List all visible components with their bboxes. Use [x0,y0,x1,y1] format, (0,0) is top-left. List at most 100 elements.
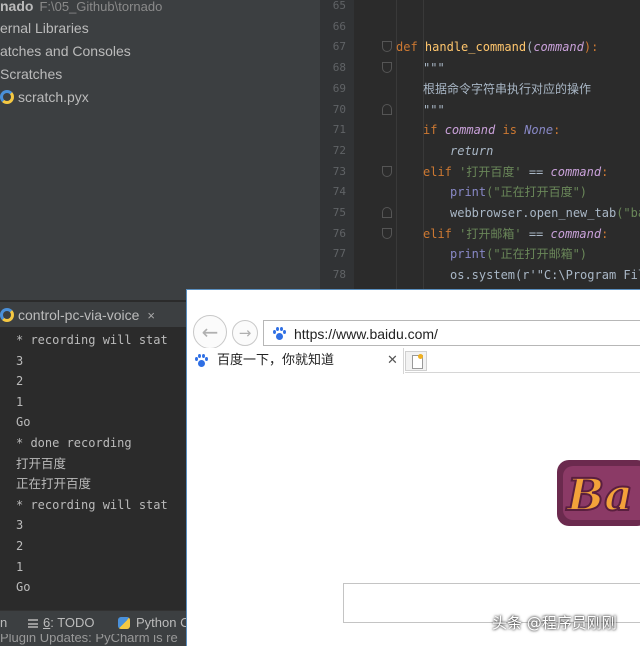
code-text: """ [423,61,445,76]
code-text: return [450,143,494,158]
baidu-paw-icon [194,354,208,368]
console-line: Go [16,580,31,595]
code-line: 67 def handle_command(command): [320,37,640,58]
line-number: 72 [332,143,346,157]
project-tree-panel: nado F:\05_Github\tornado ernal Libraries… [0,0,320,300]
code-line: 69 根据命令字符串执行对应的操作 [320,79,640,100]
project-root-path: F:\05_Github\tornado [39,0,163,14]
console-line: * done recording [16,436,132,450]
tree-row-label: scratch.pyx [18,89,89,105]
console-line: 3 [16,518,24,533]
tree-row-label: ernal Libraries [0,20,89,36]
forward-arrow-icon: → [238,324,252,342]
browser-tab-strip: 百度一下，你就知道 ✕ [187,348,640,374]
console-line: 3 [16,353,24,368]
tree-row-project-root[interactable]: nado F:\05_Github\tornado [0,0,162,18]
line-number: 71 [332,123,346,137]
code-text: webbrowser.open_new_tab("baidu [450,206,640,220]
code-text: """ [423,102,445,117]
browser-tab-active[interactable]: 百度一下，你就知道 ✕ [187,348,404,374]
tree-row-external-libraries[interactable]: ernal Libraries [0,17,89,40]
close-icon[interactable]: × [147,308,155,323]
baidu-logo: Ba [557,460,640,526]
line-number: 67 [332,40,346,54]
back-arrow-icon: ← [201,320,219,344]
line-number: 65 [332,0,346,12]
code-line: 75 webbrowser.open_new_tab("baidu [320,203,640,224]
tab-title: 百度一下，你就知道 [217,353,335,368]
console-line: * recording will stat [16,497,168,512]
line-number: 68 [332,61,346,75]
logo-text: Ba [565,470,633,521]
fold-marker-icon[interactable] [382,207,392,218]
tool-button-python-console[interactable]: Python C [118,611,189,635]
line-number: 66 [332,19,346,33]
divider [405,372,640,373]
tool-button-todo[interactable]: 6: TODO [28,611,95,635]
console-line: 1 [16,394,24,409]
code-text: print("正在打开百度") [450,185,588,200]
console-line: Go [16,415,31,430]
forward-button[interactable]: → [232,320,258,346]
tree-row-scratches[interactable]: Scratches [0,63,62,86]
todo-list-icon [28,619,38,628]
code-text: os.system(r'"C:\Program Fil [450,268,640,283]
tree-row-scratches-and-consoles[interactable]: atches and Consoles [0,40,131,63]
console-line: 打开百度 [16,455,67,471]
fold-marker-icon[interactable] [382,41,392,53]
python-run-icon [0,308,14,322]
run-tool-window-header: control-pc-via-voice × [0,302,190,328]
code-line: 71 if command is None: [320,120,640,141]
fold-marker-icon[interactable] [382,227,392,239]
console-line: 2 [16,374,24,389]
run-console[interactable]: * recording will stat 3 2 1 Go * done re… [0,328,190,606]
code-text: 根据命令字符串执行对应的操作 [423,81,592,96]
fold-marker-icon[interactable] [382,103,392,115]
watermark: 头条 @程序员刚刚 [492,614,617,632]
baidu-paw-icon [272,327,286,341]
back-button[interactable]: ← [193,315,227,349]
python-file-icon [0,90,14,104]
tree-row-label: atches and Consoles [0,43,131,59]
code-text: if command is None: [423,123,561,138]
code-text: elif '打开邮箱' == command: [423,226,609,241]
tree-row-scratch-file[interactable]: scratch.pyx [0,86,89,109]
line-number: 77 [332,247,346,261]
code-line: 66 [320,17,640,38]
code-line: 76 elif '打开邮箱' == command: [320,224,640,245]
code-text: print("正在打开邮箱") [450,247,588,262]
address-bar[interactable]: https://www.baidu.com/ [263,320,640,346]
code-text: elif '打开百度' == command: [423,164,609,179]
code-editor[interactable]: 65 66 67 def handle_command(command): 68… [320,0,640,290]
code-line: 70 """ [320,100,640,121]
code-line: 73 elif '打开百度' == command: [320,162,640,183]
line-number: 74 [332,185,346,199]
fold-marker-icon[interactable] [382,165,392,177]
tree-row-label: Scratches [0,66,63,82]
project-root-name: nado [0,0,34,14]
code-line: 77 print("正在打开邮箱") [320,244,640,265]
code-line: 74 print("正在打开百度") [320,182,640,203]
new-tab-button[interactable] [405,351,427,371]
tool-button-run[interactable]: n [0,611,7,635]
console-line: 正在打开百度 [16,476,92,492]
close-icon[interactable]: ✕ [387,348,398,374]
console-line: 2 [16,539,24,553]
run-tab[interactable]: control-pc-via-voice × [0,302,155,328]
code-line: 72 return [320,141,640,162]
console-line: * recording will stat [16,333,168,347]
browser-toolbar: ← → https://www.baidu.com/ 百度一下，你就知道 ✕ [187,290,640,374]
line-number: 69 [332,81,346,95]
run-tab-label: control-pc-via-voice [18,307,140,323]
line-number: 73 [332,164,346,178]
browser-window: ← → https://www.baidu.com/ 百度一下，你就知道 ✕ B… [186,289,640,646]
code-line: 65 [320,0,640,17]
fold-marker-icon[interactable] [382,62,392,74]
code-line: 78 os.system(r'"C:\Program Fil [320,265,640,286]
console-line: 1 [16,559,24,574]
status-message[interactable]: Plugin Updates: PyCharm is re [0,634,178,645]
line-number: 75 [332,206,346,219]
line-number: 70 [332,102,346,116]
code-text: def handle_command(command): [396,40,599,55]
code-line: 68 """ [320,58,640,79]
